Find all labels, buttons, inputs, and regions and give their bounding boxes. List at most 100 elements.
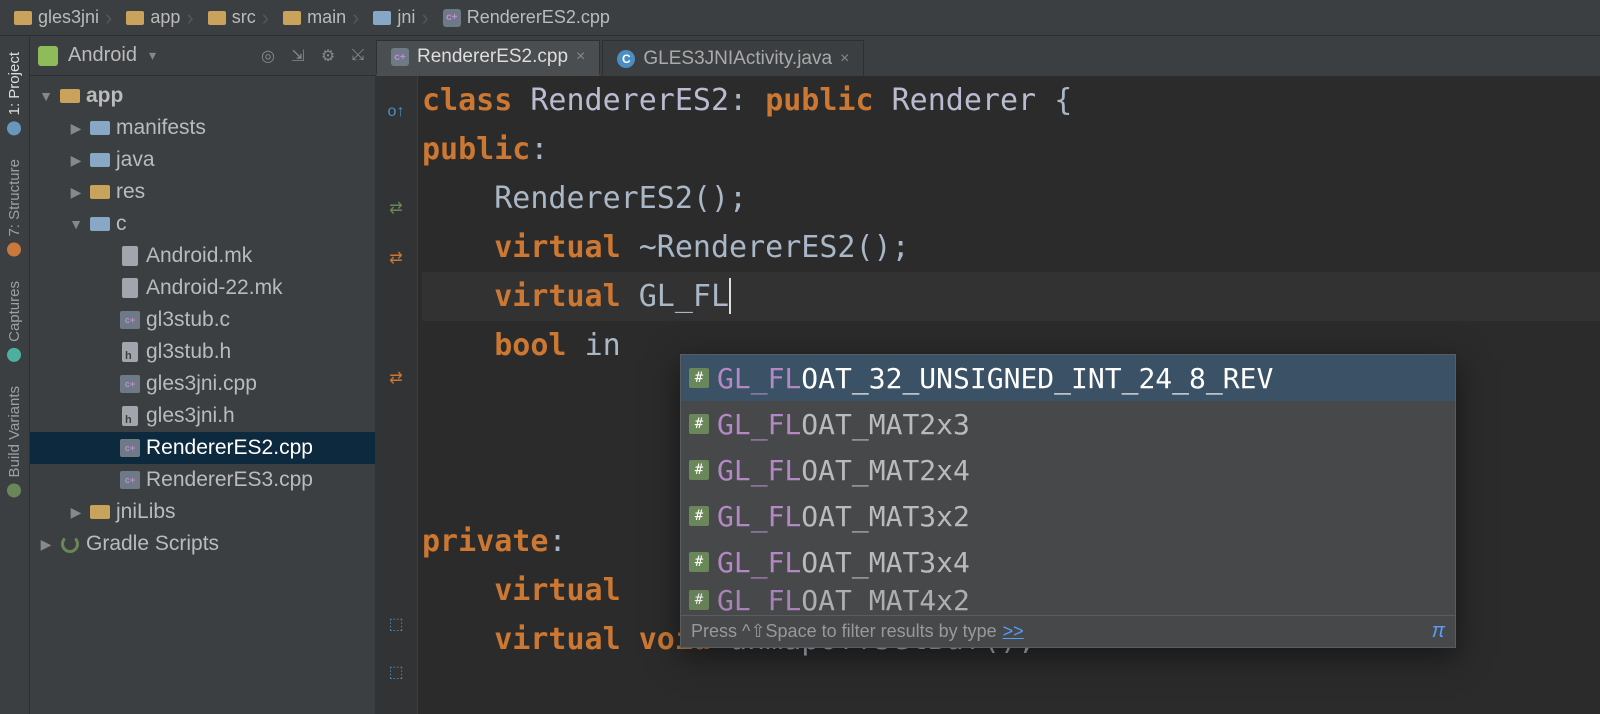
autocomplete-item[interactable]: #GL_FLOAT_32_UNSIGNED_INT_24_8_REV bbox=[681, 355, 1455, 401]
tool-tab-icon bbox=[8, 243, 22, 257]
tree-node[interactable]: gles3jni.h bbox=[30, 400, 375, 432]
autocomplete-item[interactable]: #GL_FLOAT_MAT3x4 bbox=[681, 539, 1455, 585]
breadcrumb-item[interactable]: jni› bbox=[369, 5, 438, 31]
override-up-icon[interactable]: o↑ bbox=[384, 100, 408, 124]
folder-icon bbox=[373, 11, 391, 25]
chevron-down-icon[interactable]: ▾ bbox=[149, 47, 156, 64]
close-icon[interactable]: × bbox=[576, 48, 585, 66]
tree-node-label: res bbox=[116, 180, 145, 204]
editor-tab[interactable]: CGLES3JNIActivity.java× bbox=[602, 40, 864, 76]
tree-expander[interactable]: ▶ bbox=[68, 184, 84, 201]
folder-icon bbox=[60, 87, 80, 105]
cpp-file-icon: c+ bbox=[391, 48, 409, 66]
tree-expander[interactable]: ▶ bbox=[68, 120, 84, 137]
breadcrumb-item[interactable]: src › bbox=[204, 5, 279, 31]
editor-tab-label: GLES3JNIActivity.java bbox=[643, 48, 832, 70]
cpp-file-icon: c+ bbox=[120, 375, 140, 393]
define-icon: # bbox=[689, 506, 709, 526]
autocomplete-popup[interactable]: #GL_FLOAT_32_UNSIGNED_INT_24_8_REV#GL_FL… bbox=[680, 354, 1456, 648]
tree-node[interactable]: ▼app bbox=[30, 80, 375, 112]
collapse-icon[interactable]: ⇲ bbox=[288, 46, 308, 66]
autocomplete-item[interactable]: #GL_FLOAT_MAT3x2 bbox=[681, 493, 1455, 539]
tree-node[interactable]: c+ gles3jni.cpp bbox=[30, 368, 375, 400]
tool-window-tab[interactable]: Captures bbox=[6, 281, 23, 362]
tree-node[interactable]: c+RendererES3.cpp bbox=[30, 464, 375, 496]
define-icon: # bbox=[689, 368, 709, 388]
tree-node[interactable]: ▶manifests bbox=[30, 112, 375, 144]
tree-node[interactable]: c+RendererES2.cpp bbox=[30, 432, 375, 464]
breadcrumb-label: RendererES2.cpp bbox=[467, 7, 610, 28]
breadcrumb-item[interactable]: app› bbox=[122, 5, 203, 31]
folder-icon bbox=[90, 503, 110, 521]
file-icon bbox=[120, 247, 140, 265]
chevron-right-icon: › bbox=[262, 5, 269, 31]
tree-node-label: java bbox=[116, 148, 155, 172]
project-tree[interactable]: ▼app▶manifests▶java▶res▼cAndroid.mkAndro… bbox=[30, 76, 376, 714]
code-line: RendererES2(); bbox=[422, 174, 1600, 223]
editor-gutter: o↑ ⇄ ⇄ ⇄ ⬚ ⬚ bbox=[376, 76, 418, 714]
override-icon[interactable]: ⬚ bbox=[384, 660, 408, 684]
tool-window-tab[interactable]: 1: Project bbox=[6, 52, 23, 135]
text-caret bbox=[729, 278, 731, 314]
target-icon[interactable]: ◎ bbox=[258, 46, 278, 66]
tool-tab-icon bbox=[8, 348, 22, 362]
tree-node[interactable]: Android.mk bbox=[30, 240, 375, 272]
tree-expander[interactable]: ▼ bbox=[38, 88, 54, 104]
tree-node-label: gles3jni.cpp bbox=[146, 372, 257, 396]
tree-node-label: RendererES3.cpp bbox=[146, 468, 313, 492]
folder-icon bbox=[126, 11, 144, 25]
tree-node[interactable]: ▶ Gradle Scripts bbox=[30, 528, 375, 560]
autocomplete-item[interactable]: #GL_FLOAT_MAT4x2 bbox=[681, 585, 1455, 615]
tree-expander[interactable]: ▶ bbox=[68, 504, 84, 521]
tree-expander[interactable]: ▶ bbox=[38, 536, 54, 553]
chevron-right-icon: › bbox=[186, 5, 193, 31]
tree-node-label: Android.mk bbox=[146, 244, 252, 268]
tree-node[interactable]: Android-22.mk bbox=[30, 272, 375, 304]
gradle-icon bbox=[60, 535, 80, 553]
autocomplete-more-link[interactable]: >> bbox=[1003, 621, 1024, 642]
breadcrumb-label: main bbox=[307, 7, 346, 28]
autocomplete-footer: Press ^⇧Space to filter results by type … bbox=[681, 615, 1455, 647]
tree-node[interactable]: ▶ java bbox=[30, 144, 375, 176]
folder-icon bbox=[90, 215, 110, 233]
pi-icon[interactable]: π bbox=[1432, 620, 1445, 643]
folder-icon bbox=[90, 183, 110, 201]
code-line: class RendererES2: public Renderer { bbox=[422, 76, 1600, 125]
breadcrumb-label: src bbox=[232, 7, 256, 28]
tree-node[interactable]: ▼c bbox=[30, 208, 375, 240]
breadcrumb-label: gles3jni bbox=[38, 7, 99, 28]
tree-node[interactable]: ▶ jniLibs bbox=[30, 496, 375, 528]
tree-node-label: Gradle Scripts bbox=[86, 532, 219, 556]
tool-window-tab[interactable]: 7: Structure bbox=[6, 159, 23, 257]
chevron-right-icon: › bbox=[105, 5, 112, 31]
hide-icon[interactable]: ⤩ bbox=[348, 46, 368, 66]
tree-expander[interactable]: ▶ bbox=[68, 152, 84, 169]
chevron-right-icon: › bbox=[352, 5, 359, 31]
tree-node[interactable]: ▶ res bbox=[30, 176, 375, 208]
autocomplete-item[interactable]: #GL_FLOAT_MAT2x3 bbox=[681, 401, 1455, 447]
override-icon[interactable]: ⬚ bbox=[384, 612, 408, 636]
tree-node-label: jniLibs bbox=[116, 500, 176, 524]
folder-icon bbox=[90, 119, 110, 137]
define-icon: # bbox=[689, 590, 709, 610]
breadcrumb-item[interactable]: main › bbox=[279, 5, 369, 31]
code-line-current: virtual GL_FL bbox=[422, 272, 1600, 321]
tool-window-tab[interactable]: Build Variants bbox=[6, 386, 23, 497]
breadcrumb-item[interactable]: c+RendererES2.cpp bbox=[439, 7, 620, 28]
editor-tab[interactable]: c+RendererES2.cpp× bbox=[376, 40, 600, 76]
autocomplete-item[interactable]: #GL_FLOAT_MAT2x4 bbox=[681, 447, 1455, 493]
code-line: virtual ~RendererES2(); bbox=[422, 223, 1600, 272]
file-icon bbox=[120, 279, 140, 297]
tree-node[interactable]: c+gl3stub.c bbox=[30, 304, 375, 336]
tree-node-label: gl3stub.h bbox=[146, 340, 231, 364]
project-view-selector[interactable]: Android bbox=[68, 44, 137, 67]
tree-node-label: RendererES2.cpp bbox=[146, 436, 313, 460]
tool-tab-label: 1: Project bbox=[6, 52, 23, 115]
close-icon[interactable]: × bbox=[840, 50, 849, 68]
breadcrumb-item[interactable]: gles3jni › bbox=[10, 5, 122, 31]
tree-node[interactable]: gl3stub.h bbox=[30, 336, 375, 368]
tool-tab-label: 7: Structure bbox=[6, 159, 23, 237]
tree-expander[interactable]: ▼ bbox=[68, 216, 84, 232]
gear-icon[interactable]: ⚙ bbox=[318, 46, 338, 66]
editor-tab-bar: c+RendererES2.cpp×CGLES3JNIActivity.java… bbox=[376, 36, 1600, 76]
